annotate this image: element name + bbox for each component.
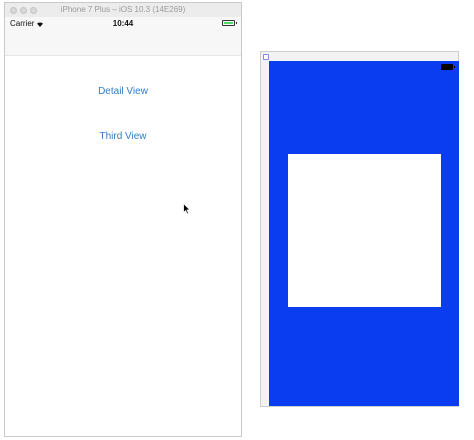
window-handle-icon[interactable] [263, 54, 269, 60]
blue-screen-battery-icon [441, 64, 455, 70]
status-nav-area: Carrier 10:44 [5, 17, 241, 56]
simulator-window: iPhone 7 Plus – iOS 10.3 (14E269) Carrie… [4, 2, 242, 437]
window-title: iPhone 7 Plus – iOS 10.3 (14E269) [60, 5, 186, 14]
detail-view-button[interactable]: Detail View [5, 86, 241, 97]
status-time: 10:44 [112, 19, 134, 28]
cursor-icon [183, 202, 191, 220]
battery-fill [224, 22, 233, 24]
second-simulator-window [260, 51, 459, 407]
blue-screen [269, 61, 459, 406]
third-view-button[interactable]: Third View [5, 131, 241, 142]
white-square [288, 154, 441, 307]
window-titlebar[interactable]: iPhone 7 Plus – iOS 10.3 (14E269) [5, 3, 241, 18]
battery-icon [222, 20, 237, 26]
